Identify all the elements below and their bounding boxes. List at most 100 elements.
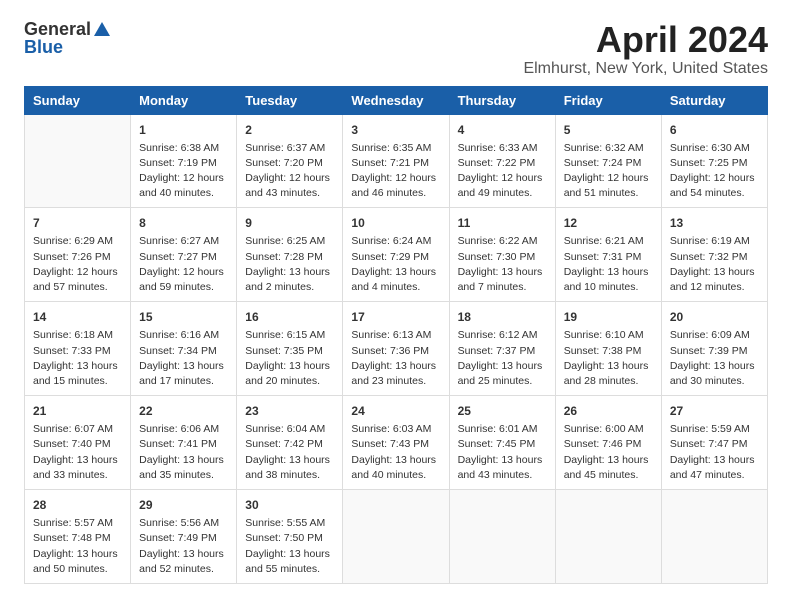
page-header: General Blue April 2024 Elmhurst, New Yo… [24,20,768,78]
day-info: Sunrise: 5:55 AM Sunset: 7:50 PM Dayligh… [245,516,334,577]
day-info: Sunrise: 6:00 AM Sunset: 7:46 PM Dayligh… [564,422,653,483]
day-info: Sunrise: 5:57 AM Sunset: 7:48 PM Dayligh… [33,516,122,577]
calendar-cell: 21 Sunrise: 6:07 AM Sunset: 7:40 PM Dayli… [25,396,131,490]
calendar-cell: 18Sunrise: 6:12 AM Sunset: 7:37 PM Dayli… [449,302,555,396]
day-info: Sunrise: 6:21 AM Sunset: 7:31 PM Dayligh… [564,234,653,295]
calendar-cell: 6Sunrise: 6:30 AM Sunset: 7:25 PM Daylig… [661,114,767,208]
day-number: 19 [564,308,653,326]
calendar-cell: 23 Sunrise: 6:04 AM Sunset: 7:42 PM Dayli… [237,396,343,490]
calendar-cell: 1 Sunrise: 6:38 AM Sunset: 7:19 PM Daylig… [131,114,237,208]
calendar-cell: 7 Sunrise: 6:29 AM Sunset: 7:26 PM Daylig… [25,208,131,302]
day-info: Sunrise: 6:04 AM Sunset: 7:42 PM Dayligh… [245,422,334,483]
calendar-cell: 5Sunrise: 6:32 AM Sunset: 7:24 PM Daylig… [555,114,661,208]
weekday-header-wednesday: Wednesday [343,86,449,114]
page-subtitle: Elmhurst, New York, United States [523,60,768,78]
day-number: 22 [139,402,228,420]
day-number: 2 [245,121,334,139]
weekday-header-tuesday: Tuesday [237,86,343,114]
logo-general-text: General [24,20,91,38]
day-number: 5 [564,121,653,139]
day-info: Sunrise: 6:01 AM Sunset: 7:45 PM Dayligh… [458,422,547,483]
day-info: Sunrise: 5:56 AM Sunset: 7:49 PM Dayligh… [139,516,228,577]
calendar-cell: 20 Sunrise: 6:09 AM Sunset: 7:39 PM Dayli… [661,302,767,396]
calendar-header-row: SundayMondayTuesdayWednesdayThursdayFrid… [25,86,768,114]
calendar-cell [555,490,661,584]
day-number: 15 [139,308,228,326]
day-info: Sunrise: 6:24 AM Sunset: 7:29 PM Dayligh… [351,234,440,295]
day-number: 6 [670,121,759,139]
day-number: 21 [33,402,122,420]
day-number: 27 [670,402,759,420]
calendar-cell: 28Sunrise: 5:57 AM Sunset: 7:48 PM Dayli… [25,490,131,584]
day-info: Sunrise: 6:16 AM Sunset: 7:34 PM Dayligh… [139,328,228,389]
day-number: 1 [139,121,228,139]
day-number: 17 [351,308,440,326]
weekday-header-sunday: Sunday [25,86,131,114]
day-info: Sunrise: 5:59 AM Sunset: 7:47 PM Dayligh… [670,422,759,483]
day-info: Sunrise: 6:22 AM Sunset: 7:30 PM Dayligh… [458,234,547,295]
calendar-cell: 30 Sunrise: 5:55 AM Sunset: 7:50 PM Dayli… [237,490,343,584]
day-info: Sunrise: 6:10 AM Sunset: 7:38 PM Dayligh… [564,328,653,389]
calendar-cell: 2 Sunrise: 6:37 AM Sunset: 7:20 PM Daylig… [237,114,343,208]
day-number: 26 [564,402,653,420]
day-info: Sunrise: 6:37 AM Sunset: 7:20 PM Dayligh… [245,141,334,202]
calendar-week-row: 7 Sunrise: 6:29 AM Sunset: 7:26 PM Daylig… [25,208,768,302]
calendar-week-row: 14Sunrise: 6:18 AM Sunset: 7:33 PM Dayli… [25,302,768,396]
calendar-cell [661,490,767,584]
calendar-cell: 25 Sunrise: 6:01 AM Sunset: 7:45 PM Dayli… [449,396,555,490]
calendar-table: SundayMondayTuesdayWednesdayThursdayFrid… [24,86,768,584]
day-info: Sunrise: 6:07 AM Sunset: 7:40 PM Dayligh… [33,422,122,483]
day-number: 7 [33,214,122,232]
logo: General Blue [24,20,111,56]
calendar-cell: 16Sunrise: 6:15 AM Sunset: 7:35 PM Dayli… [237,302,343,396]
day-number: 9 [245,214,334,232]
weekday-header-monday: Monday [131,86,237,114]
calendar-cell [343,490,449,584]
calendar-cell: 26 Sunrise: 6:00 AM Sunset: 7:46 PM Dayli… [555,396,661,490]
day-number: 25 [458,402,547,420]
calendar-cell: 24 Sunrise: 6:03 AM Sunset: 7:43 PM Dayli… [343,396,449,490]
calendar-cell: 13Sunrise: 6:19 AM Sunset: 7:32 PM Dayli… [661,208,767,302]
day-number: 13 [670,214,759,232]
day-number: 12 [564,214,653,232]
day-info: Sunrise: 6:09 AM Sunset: 7:39 PM Dayligh… [670,328,759,389]
calendar-cell: 27 Sunrise: 5:59 AM Sunset: 7:47 PM Dayli… [661,396,767,490]
day-number: 24 [351,402,440,420]
day-number: 23 [245,402,334,420]
day-info: Sunrise: 6:27 AM Sunset: 7:27 PM Dayligh… [139,234,228,295]
calendar-cell: 3 Sunrise: 6:35 AM Sunset: 7:21 PM Daylig… [343,114,449,208]
calendar-week-row: 21 Sunrise: 6:07 AM Sunset: 7:40 PM Dayli… [25,396,768,490]
day-number: 20 [670,308,759,326]
day-info: Sunrise: 6:15 AM Sunset: 7:35 PM Dayligh… [245,328,334,389]
day-info: Sunrise: 6:06 AM Sunset: 7:41 PM Dayligh… [139,422,228,483]
logo-icon [93,20,111,38]
weekday-header-friday: Friday [555,86,661,114]
page-title: April 2024 [523,20,768,60]
calendar-cell [25,114,131,208]
day-number: 11 [458,214,547,232]
day-info: Sunrise: 6:35 AM Sunset: 7:21 PM Dayligh… [351,141,440,202]
day-number: 14 [33,308,122,326]
calendar-cell: 4Sunrise: 6:33 AM Sunset: 7:22 PM Daylig… [449,114,555,208]
calendar-cell: 19 Sunrise: 6:10 AM Sunset: 7:38 PM Dayli… [555,302,661,396]
day-info: Sunrise: 6:38 AM Sunset: 7:19 PM Dayligh… [139,141,228,202]
day-info: Sunrise: 6:12 AM Sunset: 7:37 PM Dayligh… [458,328,547,389]
day-info: Sunrise: 6:25 AM Sunset: 7:28 PM Dayligh… [245,234,334,295]
day-info: Sunrise: 6:29 AM Sunset: 7:26 PM Dayligh… [33,234,122,295]
calendar-week-row: 1 Sunrise: 6:38 AM Sunset: 7:19 PM Daylig… [25,114,768,208]
day-number: 3 [351,121,440,139]
calendar-cell: 9 Sunrise: 6:25 AM Sunset: 7:28 PM Daylig… [237,208,343,302]
calendar-cell: 14Sunrise: 6:18 AM Sunset: 7:33 PM Dayli… [25,302,131,396]
calendar-cell: 15 Sunrise: 6:16 AM Sunset: 7:34 PM Dayli… [131,302,237,396]
logo-blue-text: Blue [24,38,63,56]
day-number: 10 [351,214,440,232]
calendar-cell: 11 Sunrise: 6:22 AM Sunset: 7:30 PM Dayli… [449,208,555,302]
calendar-week-row: 28Sunrise: 5:57 AM Sunset: 7:48 PM Dayli… [25,490,768,584]
day-number: 29 [139,496,228,514]
calendar-cell: 10 Sunrise: 6:24 AM Sunset: 7:29 PM Dayli… [343,208,449,302]
day-number: 30 [245,496,334,514]
day-info: Sunrise: 6:03 AM Sunset: 7:43 PM Dayligh… [351,422,440,483]
weekday-header-saturday: Saturday [661,86,767,114]
calendar-cell: 17Sunrise: 6:13 AM Sunset: 7:36 PM Dayli… [343,302,449,396]
weekday-header-thursday: Thursday [449,86,555,114]
